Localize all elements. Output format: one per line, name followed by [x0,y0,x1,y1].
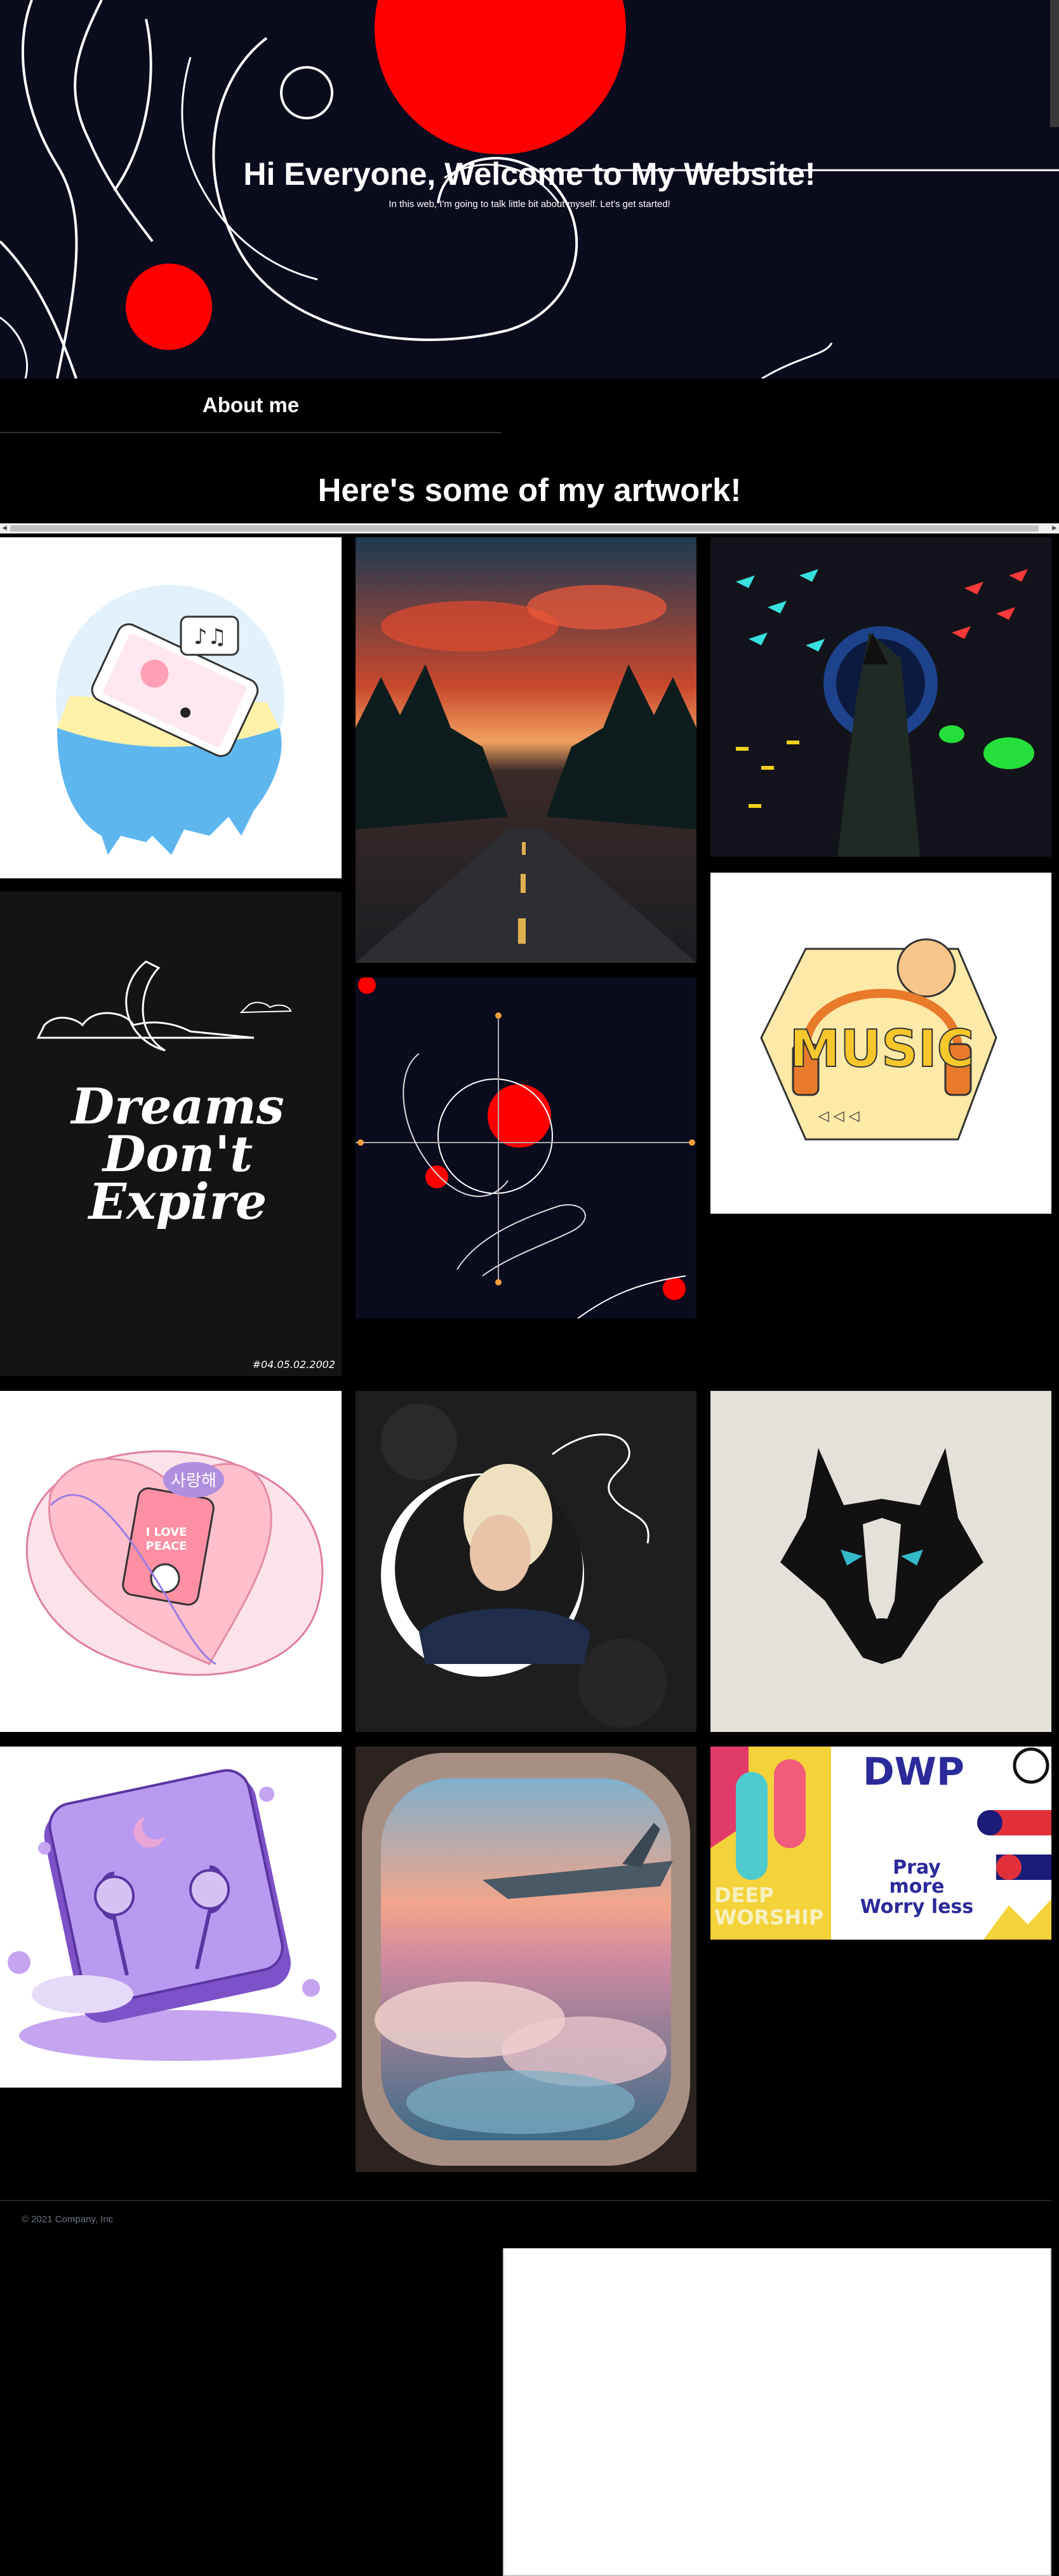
art-caption: #04.05.02.2002 [253,1358,335,1371]
music-word: MUSIC [790,1019,975,1078]
dwp-poster-art: DWP DEEP WORSHIP Pray more Worry less [710,1747,1051,1940]
horizontal-scrollbar[interactable]: ◀ ▶ [0,523,1059,533]
gallery-item[interactable]: Dreams Don't Expire #04.05.02.2002 [0,892,342,1376]
sunset-road-photo [356,537,696,963]
love-peace-heart-art: 사랑해 I LOVE PEACE [25,1450,324,1676]
airplane-window-photo [356,1747,696,2172]
deep-text: DEEP [714,1883,774,1907]
gallery-item[interactable] [710,1391,1051,1732]
wolf-logo-art [710,1391,1051,1732]
dreams-dont-expire-art: Dreams Don't Expire #04.05.02.2002 [0,892,342,1376]
saranghae-text: 사랑해 [171,1472,216,1491]
wizard-neon-art [710,537,1051,857]
peace-text: PEACE [146,1540,187,1553]
hero-subtitle: In this web, I'm going to talk little bi… [389,199,670,210]
gallery-item[interactable] [356,1391,696,1732]
scroll-left-arrow-icon[interactable]: ◀ [0,523,9,533]
music-phone-art: ♪♫ [56,585,284,855]
footer: © 2021 Company, Inc [0,2197,1059,2248]
hero-title: Hi Everyone, Welcome to My Website! [243,156,816,192]
tab-bar: About me Design Gallery [0,379,1059,2576]
gallery-header: Here's some of my artwork! [0,433,1059,523]
page-scrollbar[interactable] [1050,0,1059,127]
gallery-item[interactable] [0,1747,342,2088]
gallery-item[interactable] [356,537,696,963]
hands-line-art [356,977,696,1318]
gallery-item[interactable] [356,1747,696,2172]
dwp-title: DWP [863,1750,964,1794]
gallery-item[interactable] [710,537,1051,857]
gallery-item[interactable] [356,977,696,1318]
worship-text: WORSHIP [714,1905,823,1929]
svg-text:♪♫: ♪♫ [194,624,227,650]
music-headphones-art: MUSIC ◁ ◁ ◁ [760,938,997,1141]
worry-less-text: Worry less [860,1896,974,1918]
earbuds-purple-art [8,1769,336,2061]
gallery-item[interactable]: MUSIC ◁ ◁ ◁ [710,873,1051,1214]
svg-text:◁ ◁ ◁: ◁ ◁ ◁ [818,1108,860,1124]
portrait-circle-art [356,1391,696,1732]
gallery-item[interactable]: DWP DEEP WORSHIP Pray more Worry less [710,1747,1051,1940]
i-love-text: I LOVE [146,1526,187,1539]
more-text: more [889,1875,944,1898]
gallery-grid: ♪♫ Dreams Don't Expire #04.05.02.2002 MU… [0,533,1059,2197]
expire-word: Expire [88,1173,267,1231]
scrollbar-thumb[interactable] [10,525,1039,532]
footer-divider [0,2200,1051,2201]
gallery-heading: Here's some of my artwork! [317,472,742,508]
scroll-right-arrow-icon[interactable]: ▶ [1050,523,1059,533]
hero-banner: Hi Everyone, Welcome to My Website! In t… [0,0,1059,379]
footer-copyright: © 2021 Company, Inc [22,2214,114,2225]
tab-about-me[interactable]: About me [0,379,502,433]
gallery-item[interactable]: 사랑해 I LOVE PEACE [0,1391,342,1732]
gallery-item[interactable]: ♪♫ [0,537,342,878]
